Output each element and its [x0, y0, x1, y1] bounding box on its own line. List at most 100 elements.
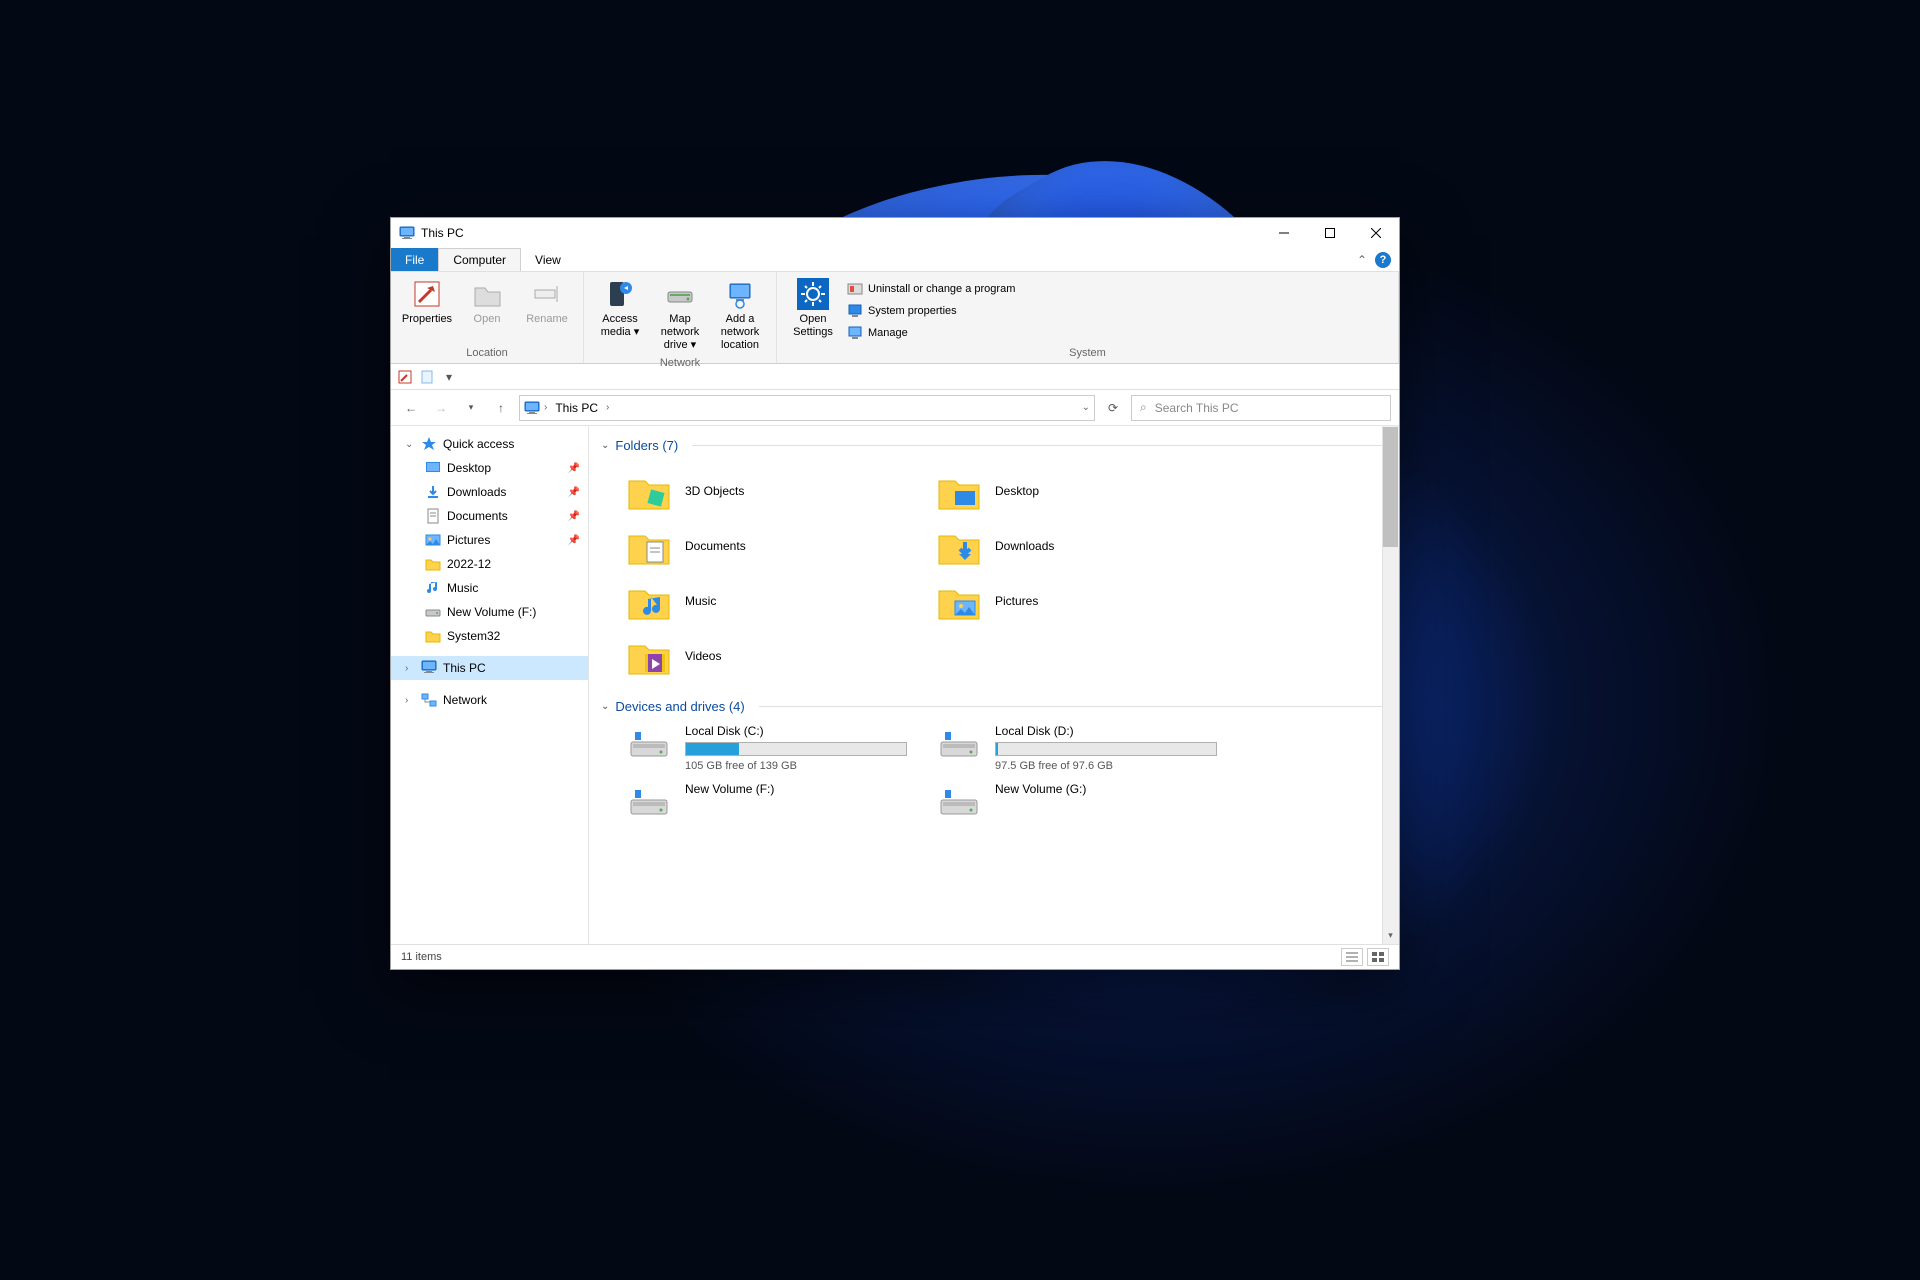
chevron-right-icon[interactable]: ›	[544, 402, 547, 413]
chevron-down-icon[interactable]: ⌄	[405, 439, 415, 450]
downloads-icon	[425, 484, 441, 500]
tab-file[interactable]: File	[391, 248, 438, 271]
vertical-scrollbar[interactable]: ▴ ▾	[1382, 426, 1399, 944]
ribbon: Properties Open Rename Location Access m…	[391, 272, 1399, 364]
pin-icon: 📌	[568, 463, 580, 474]
window-title: This PC	[421, 226, 1261, 240]
sidebar-item-new-volume-f[interactable]: New Volume (F:)	[391, 600, 588, 624]
drive-item[interactable]: New Volume (F:)	[627, 782, 937, 822]
drive-icon	[627, 782, 671, 822]
folder-item[interactable]: Downloads	[937, 518, 1247, 573]
breadcrumb-this-pc[interactable]: This PC	[551, 401, 602, 415]
drive-label: Local Disk (C:)	[685, 724, 907, 738]
chevron-right-icon[interactable]: ›	[405, 663, 415, 674]
system-properties-button[interactable]: System properties	[843, 300, 1019, 322]
sidebar-item-2022-12[interactable]: 2022-12	[391, 552, 588, 576]
section-header-folders[interactable]: ⌄ Folders (7)	[601, 434, 1387, 457]
drive-label: Local Disk (D:)	[995, 724, 1217, 738]
drive-icon	[937, 782, 981, 822]
folder-icon	[627, 581, 671, 621]
folder-icon	[425, 628, 441, 644]
access-media-button[interactable]: Access media ▾	[590, 276, 650, 355]
pictures-icon	[425, 532, 441, 548]
sidebar-quick-access[interactable]: ⌄ Quick access	[391, 432, 588, 456]
view-thumbnails-button[interactable]	[1367, 948, 1389, 966]
minimize-button[interactable]	[1261, 218, 1307, 248]
content-pane[interactable]: ⌄ Folders (7) 3D Objects Desktop Documents…	[589, 426, 1399, 944]
folder-icon	[937, 526, 981, 566]
documents-icon	[425, 508, 441, 524]
desktop-icon	[425, 460, 441, 476]
manage-button[interactable]: Manage	[843, 322, 1019, 344]
sidebar-this-pc[interactable]: › This PC	[391, 656, 588, 680]
chevron-down-icon: ⌄	[601, 440, 609, 451]
folder-icon	[425, 556, 441, 572]
nav-forward-button[interactable]: →	[429, 396, 453, 420]
chevron-right-icon[interactable]: ›	[405, 695, 415, 706]
open-settings-button[interactable]: Open Settings	[783, 276, 843, 345]
folder-item[interactable]: Documents	[627, 518, 937, 573]
sidebar-item-documents[interactable]: Documents📌	[391, 504, 588, 528]
qat-properties-icon[interactable]	[397, 369, 413, 385]
qat-customize-icon[interactable]: ▾	[441, 369, 457, 385]
sidebar-item-desktop[interactable]: Desktop📌	[391, 456, 588, 480]
drive-capacity-bar	[995, 742, 1217, 756]
nav-recent-button[interactable]: ▾	[459, 396, 483, 420]
folder-item[interactable]: Pictures	[937, 573, 1247, 628]
drive-free-text: 105 GB free of 139 GB	[685, 760, 907, 772]
folder-item[interactable]: Videos	[627, 628, 937, 683]
maximize-button[interactable]	[1307, 218, 1353, 248]
drive-item[interactable]: Local Disk (C:) 105 GB free of 139 GB	[627, 724, 937, 772]
properties-button[interactable]: Properties	[397, 276, 457, 345]
refresh-button[interactable]: ⟳	[1101, 396, 1125, 420]
drive-capacity-bar	[685, 742, 907, 756]
uninstall-program-button[interactable]: Uninstall or change a program	[843, 278, 1019, 300]
sidebar-item-music[interactable]: Music	[391, 576, 588, 600]
folder-label: 3D Objects	[685, 484, 744, 498]
folder-label: Music	[685, 594, 716, 608]
nav-up-button[interactable]: ↑	[489, 396, 513, 420]
rename-button[interactable]: Rename	[517, 276, 577, 345]
address-bar[interactable]: › This PC › ⌄	[519, 395, 1095, 421]
group-label-location: Location	[391, 345, 583, 363]
title-bar[interactable]: This PC	[391, 218, 1399, 248]
sidebar-network[interactable]: › Network	[391, 688, 588, 712]
scroll-thumb[interactable]	[1383, 427, 1398, 547]
drive-icon	[937, 724, 981, 764]
sidebar-item-pictures[interactable]: Pictures📌	[391, 528, 588, 552]
search-placeholder: Search This PC	[1155, 401, 1239, 415]
pin-icon: 📌	[568, 487, 580, 498]
this-pc-icon	[399, 226, 415, 240]
search-input[interactable]: ⌕ Search This PC	[1131, 395, 1391, 421]
tab-computer[interactable]: Computer	[438, 248, 521, 271]
view-details-button[interactable]	[1341, 948, 1363, 966]
status-item-count: 11 items	[401, 951, 442, 963]
help-icon[interactable]: ?	[1375, 252, 1391, 268]
nav-back-button[interactable]: ←	[399, 396, 423, 420]
qat-new-icon[interactable]	[419, 369, 435, 385]
drive-item[interactable]: Local Disk (D:)97.5 GB free of 97.6 GB	[937, 724, 1247, 772]
navigation-pane: ⌄ Quick access Desktop📌 Downloads📌 Docum…	[391, 426, 589, 944]
folder-icon	[937, 471, 981, 511]
folder-label: Desktop	[995, 484, 1039, 498]
open-button[interactable]: Open	[457, 276, 517, 345]
music-icon	[425, 580, 441, 596]
folder-item[interactable]: Music	[627, 573, 937, 628]
folder-item[interactable]: 3D Objects	[627, 463, 937, 518]
folder-item[interactable]: Desktop	[937, 463, 1247, 518]
chevron-right-icon[interactable]: ›	[606, 402, 609, 413]
map-network-drive-button[interactable]: Map network drive ▾	[650, 276, 710, 355]
section-header-drives[interactable]: ⌄ Devices and drives (4)	[601, 695, 1387, 718]
file-explorer-window: This PC File Computer View ⌃ ? Propertie…	[390, 217, 1400, 970]
sidebar-item-system32[interactable]: System32	[391, 624, 588, 648]
ribbon-collapse-icon[interactable]: ⌃	[1357, 253, 1367, 267]
sidebar-item-downloads[interactable]: Downloads📌	[391, 480, 588, 504]
close-button[interactable]	[1353, 218, 1399, 248]
tab-view[interactable]: View	[521, 248, 575, 271]
drive-item[interactable]: New Volume (G:)	[937, 782, 1247, 822]
add-network-location-button[interactable]: Add a network location	[710, 276, 770, 355]
pin-icon: 📌	[568, 535, 580, 546]
chevron-down-icon[interactable]: ⌄	[1082, 402, 1090, 413]
folder-icon	[627, 636, 671, 676]
scroll-down-icon[interactable]: ▾	[1382, 927, 1399, 944]
